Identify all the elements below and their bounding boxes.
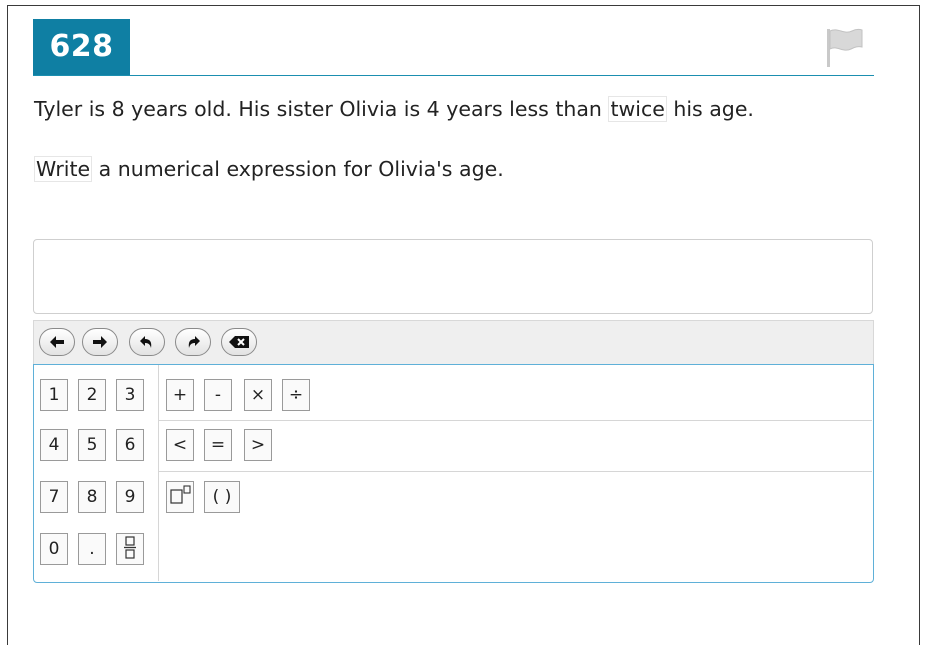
key-plus[interactable]: + xyxy=(166,379,194,411)
fraction-icon[interactable] xyxy=(116,533,144,565)
key-6[interactable]: 6 xyxy=(116,429,144,461)
word-twice[interactable]: twice xyxy=(608,96,667,122)
undo-icon[interactable] xyxy=(129,328,165,356)
question-text: Tyler is 8 years old. His sister Olivia … xyxy=(34,96,754,122)
key-5[interactable]: 5 xyxy=(78,429,106,461)
backspace-icon[interactable] xyxy=(221,328,257,356)
key-7[interactable]: 7 xyxy=(40,481,68,513)
redo-icon[interactable] xyxy=(175,328,211,356)
arrow-right-icon[interactable] xyxy=(82,328,118,356)
word-write[interactable]: Write xyxy=(34,156,93,182)
keypad-divider xyxy=(158,365,159,581)
instruction-text-rest: a numerical expression for Olivia's age. xyxy=(92,157,504,181)
key-0[interactable]: 0 xyxy=(40,533,68,565)
key-divide[interactable]: ÷ xyxy=(282,379,310,411)
keypad-row-divider xyxy=(158,420,872,421)
key-4[interactable]: 4 xyxy=(40,429,68,461)
question-text-part1: Tyler is 8 years old. His sister Olivia … xyxy=(34,97,609,121)
key-8[interactable]: 8 xyxy=(78,481,106,513)
question-number: 628 xyxy=(33,19,130,75)
key-equals[interactable]: = xyxy=(204,429,232,461)
key-times[interactable]: × xyxy=(244,379,272,411)
keypad-row-divider xyxy=(158,471,872,472)
editor-toolbar xyxy=(33,320,874,364)
key-greater-than[interactable]: > xyxy=(244,429,272,461)
key-parentheses[interactable]: ( ) xyxy=(204,481,240,513)
answer-input[interactable] xyxy=(33,239,873,314)
key-less-than[interactable]: < xyxy=(166,429,194,461)
question-header: 628 xyxy=(33,19,874,76)
arrow-left-icon[interactable] xyxy=(39,328,75,356)
key-decimal[interactable]: . xyxy=(78,533,106,565)
flag-icon[interactable] xyxy=(824,25,864,69)
exponent-icon[interactable] xyxy=(166,481,194,513)
key-minus[interactable]: - xyxy=(204,379,232,411)
question-text-part2: his age. xyxy=(666,97,754,121)
key-3[interactable]: 3 xyxy=(116,379,144,411)
key-1[interactable]: 1 xyxy=(40,379,68,411)
instruction-text: Write a numerical expression for Olivia'… xyxy=(34,156,504,182)
math-keypad: 1 2 3 4 5 6 7 8 9 0 . + - × ÷ < = > ( ) xyxy=(33,364,874,583)
key-2[interactable]: 2 xyxy=(78,379,106,411)
key-9[interactable]: 9 xyxy=(116,481,144,513)
